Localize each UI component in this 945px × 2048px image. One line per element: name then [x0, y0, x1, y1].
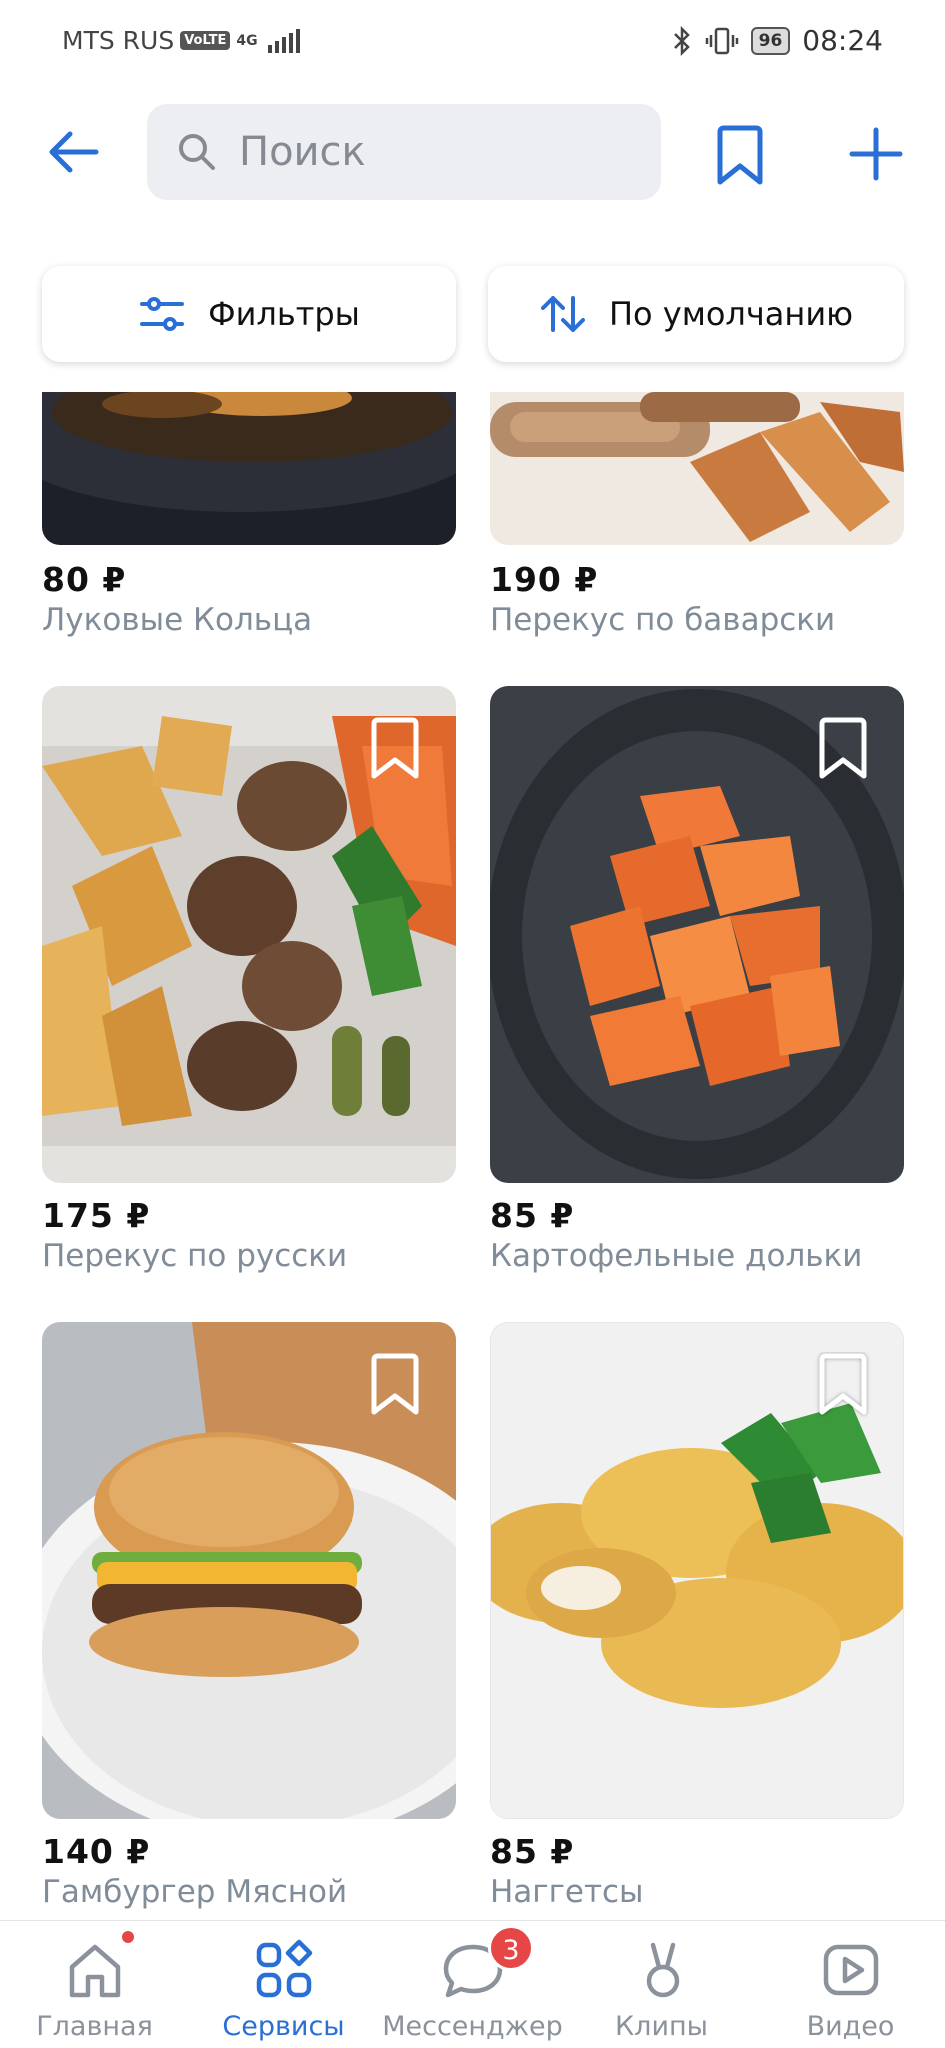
product-title: Луковые Кольца: [42, 602, 313, 638]
sliders-icon: [140, 297, 185, 331]
notification-dot: [120, 1929, 136, 1945]
tab-video[interactable]: Видео: [756, 1921, 945, 2048]
status-bar: MTS RUS VoLTE 4G 96 08:24: [0, 0, 945, 80]
tab-label: Видео: [806, 2011, 895, 2042]
top-nav: Поиск: [0, 100, 945, 210]
search-placeholder: Поиск: [239, 129, 366, 175]
product-price: 190 ₽: [490, 560, 599, 599]
product-card[interactable]: 175 ₽ Перекус по русски: [42, 686, 456, 1286]
carrier-name: MTS RUS: [62, 26, 175, 55]
bottom-nav: Главная Сервисы 3 Мессенджер Клипы Видео: [0, 1920, 945, 2048]
arrow-left-icon: [49, 131, 99, 173]
product-card[interactable]: 85 ₽ Наггетсы: [490, 1322, 904, 1922]
home-icon: [69, 1944, 121, 1998]
tab-label: Клипы: [615, 2011, 708, 2042]
tab-clips[interactable]: Клипы: [567, 1921, 756, 2048]
bookmarks-button[interactable]: [710, 124, 770, 188]
product-price: 80 ₽: [42, 560, 127, 599]
filter-row: Фильтры По умолчанию: [42, 266, 904, 362]
filters-button[interactable]: Фильтры: [42, 266, 456, 362]
product-title: Перекус по баварски: [490, 602, 836, 638]
unread-badge: 3: [488, 1925, 534, 1971]
battery-indicator: 96: [750, 26, 791, 55]
filters-label: Фильтры: [208, 295, 360, 333]
search-icon: [179, 134, 215, 170]
back-button[interactable]: [44, 122, 104, 182]
bookmark-icon[interactable]: [366, 1352, 424, 1418]
bookmark-icon: [717, 125, 763, 185]
network-type: 4G: [236, 32, 258, 49]
bluetooth-icon: [673, 25, 690, 56]
video-icon: [823, 1944, 879, 1996]
tab-label: Сервисы: [222, 2011, 345, 2042]
search-input[interactable]: Поиск: [147, 104, 661, 200]
product-grid: 80 ₽ Луковые Кольца 190 ₽ Перекус по бав…: [0, 392, 945, 1922]
product-title: Наггетсы: [490, 1874, 644, 1910]
product-image: [490, 392, 904, 545]
tab-label: Главная: [36, 2011, 153, 2042]
status-bar-right: 96 08:24: [671, 24, 883, 57]
bookmark-icon[interactable]: [366, 716, 424, 782]
product-price: 140 ₽: [42, 1832, 151, 1871]
add-button[interactable]: [846, 124, 906, 184]
clock: 08:24: [802, 24, 883, 57]
bookmark-icon[interactable]: [814, 1352, 872, 1418]
product-price: 85 ₽: [490, 1196, 575, 1235]
volte-indicator: VoLTE: [180, 31, 231, 50]
product-card[interactable]: 190 ₽ Перекус по баварски: [490, 392, 904, 642]
product-title: Гамбургер Мясной: [42, 1874, 348, 1910]
product-title: Картофельные дольки: [490, 1238, 863, 1274]
services-icon: [256, 1939, 313, 1998]
bookmark-icon[interactable]: [814, 716, 872, 782]
tab-label: Мессенджер: [382, 2011, 563, 2042]
tab-messenger[interactable]: 3 Мессенджер: [378, 1921, 567, 2048]
vibrate-icon: [705, 27, 738, 54]
product-title: Перекус по русски: [42, 1238, 348, 1274]
status-bar-left: MTS RUS VoLTE 4G: [62, 26, 300, 55]
product-card[interactable]: 80 ₽ Луковые Кольца: [42, 392, 456, 642]
product-card[interactable]: 140 ₽ Гамбургер Мясной: [42, 1322, 456, 1922]
product-image: [42, 392, 456, 545]
signal-icon: [267, 28, 300, 53]
product-price: 85 ₽: [490, 1832, 575, 1871]
sort-label: По умолчанию: [608, 295, 854, 333]
product-price: 175 ₽: [42, 1196, 151, 1235]
plus-icon: [849, 127, 903, 181]
clips-icon: [646, 1942, 680, 1998]
tab-home[interactable]: Главная: [0, 1921, 189, 2048]
tab-services[interactable]: Сервисы: [189, 1921, 378, 2048]
sort-arrows-icon: [540, 296, 585, 332]
product-card[interactable]: 85 ₽ Картофельные дольки: [490, 686, 904, 1286]
sort-button[interactable]: По умолчанию: [488, 266, 904, 362]
